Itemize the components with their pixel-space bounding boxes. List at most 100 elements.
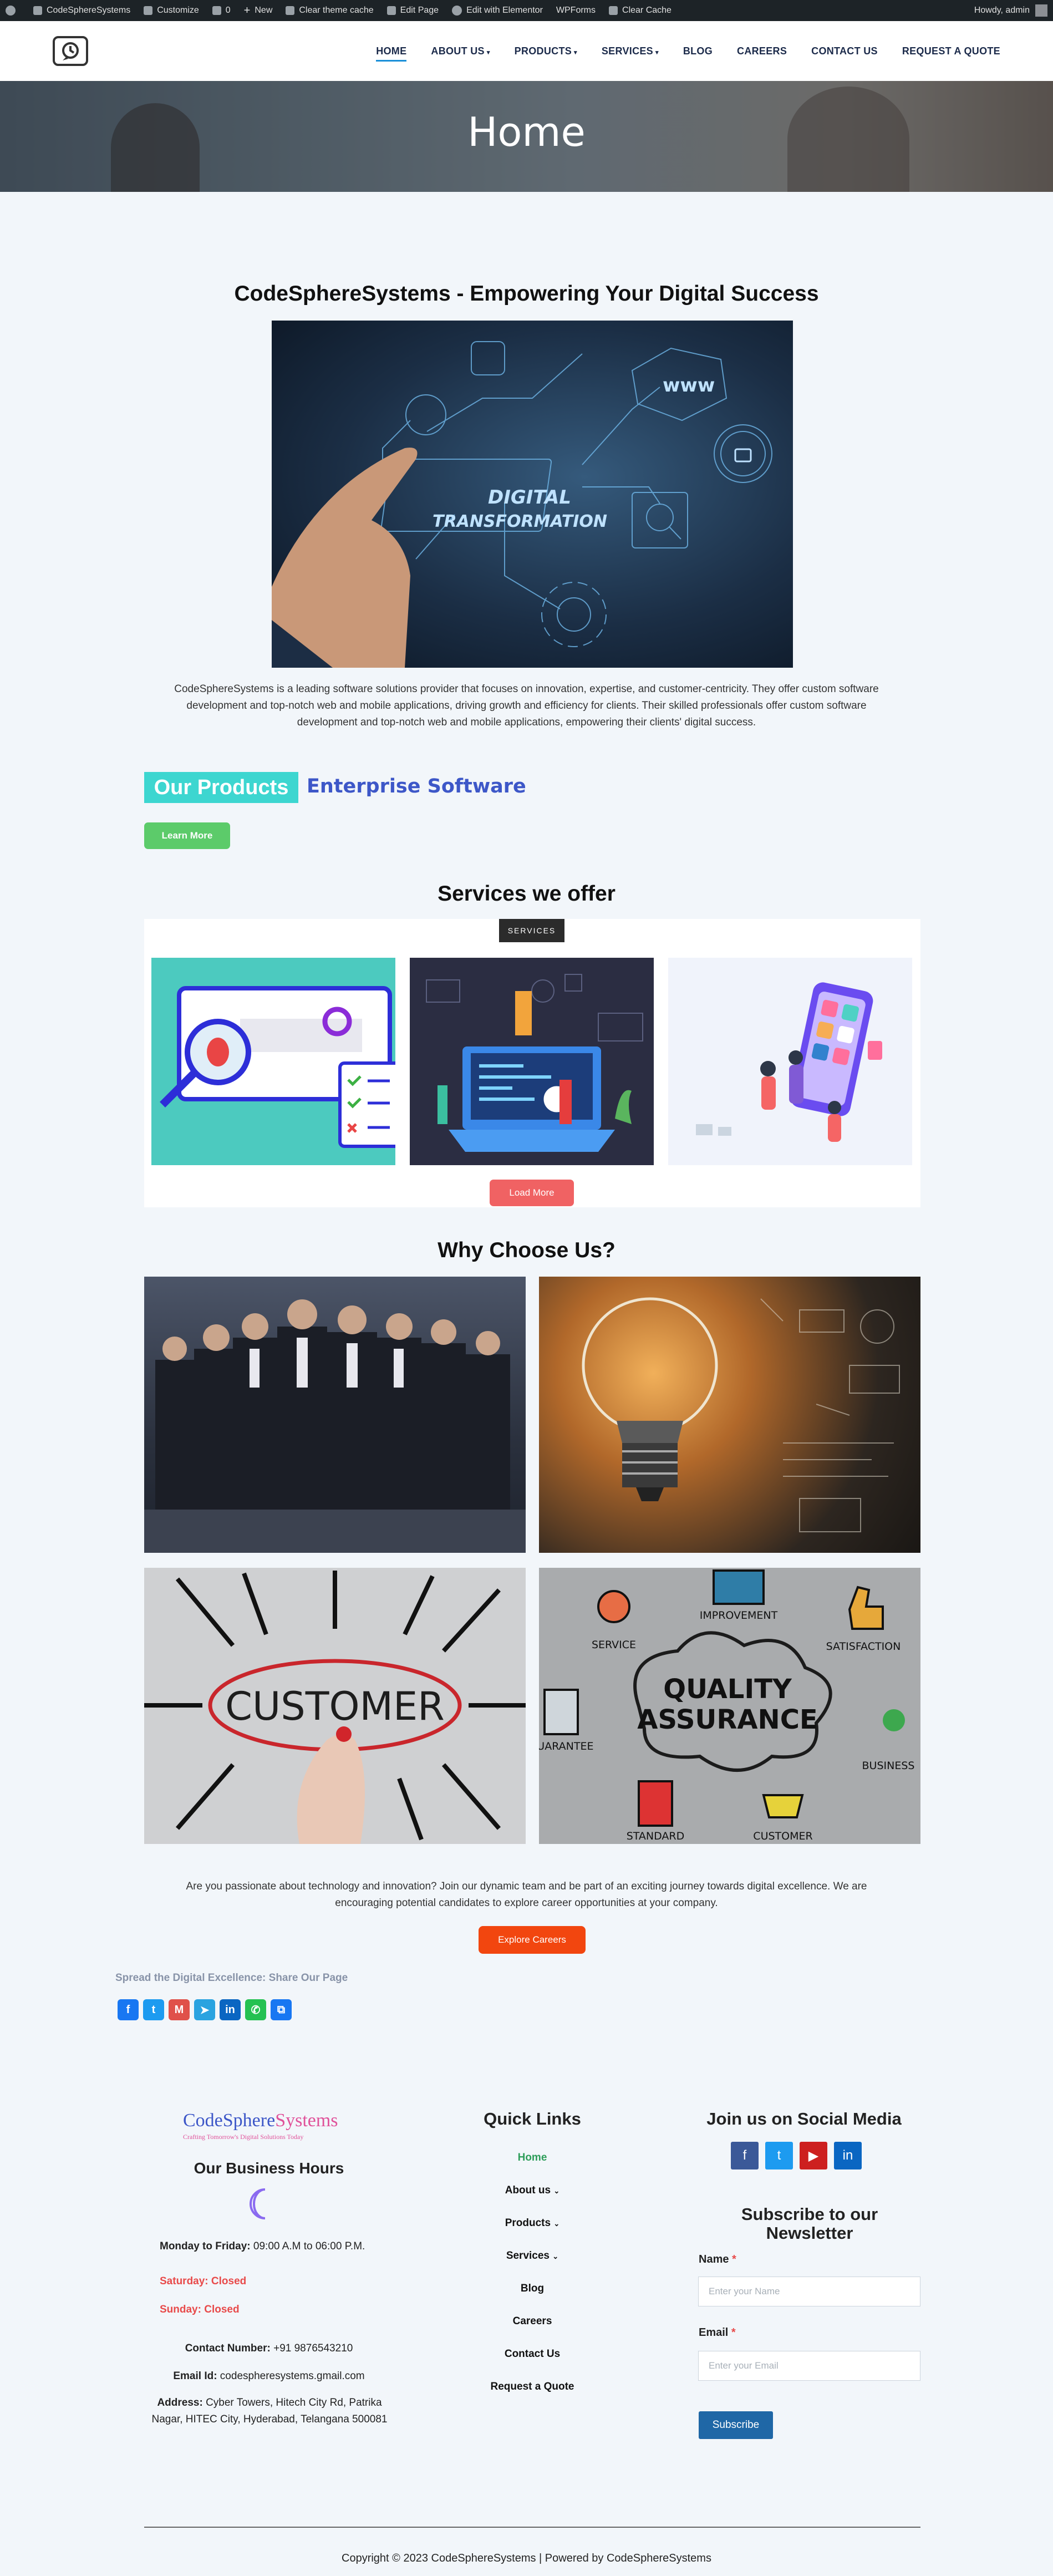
caret-down-icon: ▾ [655, 49, 659, 56]
email-label: Email * [699, 2326, 736, 2339]
service-image-development[interactable] [410, 958, 654, 1165]
learn-more-button[interactable]: Learn More [144, 822, 230, 849]
chevron-down-icon: ⌄ [552, 2252, 559, 2260]
twitter-share-icon[interactable]: t [143, 1999, 164, 2020]
cache-icon [609, 6, 618, 15]
copy-link-icon[interactable]: ⧉ [271, 1999, 292, 2020]
quick-link-request-a-quote[interactable]: Request a Quote [444, 2381, 621, 2393]
nav-request-a-quote[interactable]: REQUEST A QUOTE [902, 41, 1000, 62]
lock-icon [734, 448, 752, 463]
quick-link-about-us[interactable]: About us ⌄ [444, 2184, 621, 2197]
wordpress-menu[interactable] [6, 6, 20, 16]
customize-link[interactable]: Customize [144, 6, 199, 16]
nav-home[interactable]: HOME [376, 41, 407, 62]
hero-title: Home [467, 109, 586, 155]
image-text-customer: CUSTOMER [225, 1684, 445, 1729]
footer-logo[interactable]: CodeSphereSystems [183, 2110, 338, 2131]
clear-cache-link[interactable]: Clear Cache [609, 6, 672, 16]
email-input[interactable] [698, 2351, 920, 2381]
business-team-illustration [144, 1299, 526, 1553]
sunday-hours: Sunday: Closed [160, 2304, 240, 2315]
site-logo[interactable] [53, 36, 88, 66]
image-text-www: www [663, 374, 715, 397]
why-choose-us-title: Why Choose Us? [438, 1238, 615, 1262]
bug-testing-illustration [160, 986, 395, 1148]
qa-label: IMPROVEMENT [700, 1609, 778, 1622]
linkedin-icon[interactable]: in [834, 2142, 862, 2169]
service-image-mobile-apps[interactable] [668, 958, 912, 1165]
telegram-share-icon[interactable]: ➤ [194, 1999, 215, 2020]
quality-assurance-illustration: QUALITY ASSURANCE SERVICE IMPROVEMENT SA… [539, 1569, 915, 1842]
nav-about-us[interactable]: ABOUT US ▾ [431, 41, 490, 62]
footer-divider [144, 2527, 920, 2528]
digital-transformation-image: DIGITAL TRANSFORMATION www [272, 321, 793, 668]
subscribe-button[interactable]: Subscribe [699, 2411, 773, 2439]
linkedin-share-icon[interactable]: in [220, 1999, 241, 2020]
service-image-testing[interactable] [151, 958, 395, 1165]
account-menu[interactable]: Howdy, admin [974, 4, 1047, 17]
nav-blog[interactable]: BLOG [683, 41, 713, 62]
chart-board-icon [713, 1569, 765, 1605]
new-content-link[interactable]: + New [244, 4, 273, 17]
certificate-icon [543, 1689, 579, 1735]
clear-theme-cache-link[interactable]: Clear theme cache [286, 6, 374, 16]
explore-careers-button[interactable]: Explore Careers [479, 1926, 586, 1954]
pointing-hand-image [272, 448, 418, 668]
enterprise-software-headline: Enterprise Software [307, 775, 526, 797]
business-hours-title: Our Business Hours [194, 2160, 344, 2177]
site-header: HOME ABOUT US ▾ PRODUCTS ▾ SERVICES ▾ BLOG … [0, 21, 1053, 81]
quick-link-products[interactable]: Products ⌄ [444, 2217, 621, 2229]
chevron-down-icon: ⌄ [553, 2219, 560, 2228]
home-icon [33, 6, 42, 15]
person-icon [883, 1709, 905, 1731]
facebook-icon[interactable]: f [731, 2142, 759, 2169]
email-id: Email Id: codespheresystems.gmail.com [173, 2370, 365, 2382]
twitter-icon[interactable]: t [765, 2142, 793, 2169]
main-title: CodeSphereSystems - Empowering Your Digi… [234, 282, 819, 306]
qa-label: CUSTOMER [753, 1830, 812, 1842]
thumbs-up-icon [848, 1586, 884, 1630]
quick-link-home[interactable]: Home [444, 2152, 621, 2164]
quick-link-careers[interactable]: Careers [444, 2315, 621, 2328]
copyright-text: Copyright © 2023 CodeSphereSystems | Pow… [342, 2552, 711, 2564]
nav-careers[interactable]: CAREERS [737, 41, 787, 62]
wpforms-link[interactable]: WPForms [556, 6, 596, 16]
careers-paragraph: Are you passionate about technology and … [186, 1881, 867, 1909]
quick-link-contact-us[interactable]: Contact Us [444, 2348, 621, 2360]
footer-tagline: Crafting Tomorrow's Digital Solutions To… [183, 2133, 304, 2141]
quick-link-blog[interactable]: Blog [444, 2283, 621, 2295]
quick-links-title: Quick Links [484, 2109, 581, 2128]
quick-link-services[interactable]: Services ⌄ [444, 2250, 621, 2262]
nav-products[interactable]: PRODUCTS ▾ [515, 41, 577, 62]
load-more-button[interactable]: Load More [490, 1180, 574, 1206]
comments-link[interactable]: 0 [212, 6, 231, 16]
mobile-apps-illustration [696, 982, 882, 1142]
nav-contact-us[interactable]: CONTACT US [811, 41, 878, 62]
image-text-assurance: ASSURANCE [637, 1704, 817, 1735]
caret-down-icon: ▾ [486, 49, 490, 56]
gmail-share-icon[interactable]: M [169, 1999, 190, 2020]
edit-page-link[interactable]: Edit Page [386, 6, 439, 16]
qa-label: GUARANTEE [539, 1740, 593, 1752]
share-title: Spread the Digital Excellence: Share Our… [115, 1972, 348, 1984]
qa-label: SATISFACTION [826, 1640, 901, 1653]
name-label: Name * [699, 2253, 736, 2265]
facebook-share-icon[interactable]: f [118, 1999, 139, 2020]
site-name-link[interactable]: CodeSphereSystems [33, 6, 130, 16]
edit-elementor-link[interactable]: Edit with Elementor [452, 6, 543, 16]
name-input[interactable] [698, 2277, 920, 2306]
lightbulb-illustration [582, 1297, 900, 1532]
whatsapp-share-icon[interactable]: ✆ [245, 1999, 266, 2020]
qa-label: BUSINESS [862, 1760, 915, 1772]
bug-icon [207, 1038, 229, 1066]
nav-services[interactable]: SERVICES ▾ [602, 41, 659, 62]
lightbulb-image [539, 1277, 920, 1553]
youtube-icon[interactable]: ▶ [800, 2142, 827, 2169]
location-pin-icon [597, 1590, 630, 1623]
social-icons: f t ▶ in [731, 2142, 862, 2169]
caret-down-icon: ▾ [574, 49, 577, 56]
cart-icon [762, 1794, 804, 1818]
digital-illustration: DIGITAL TRANSFORMATION www [272, 341, 772, 668]
plus-icon: + [243, 4, 251, 17]
contact-number: Contact Number: +91 9876543210 [185, 2343, 353, 2354]
